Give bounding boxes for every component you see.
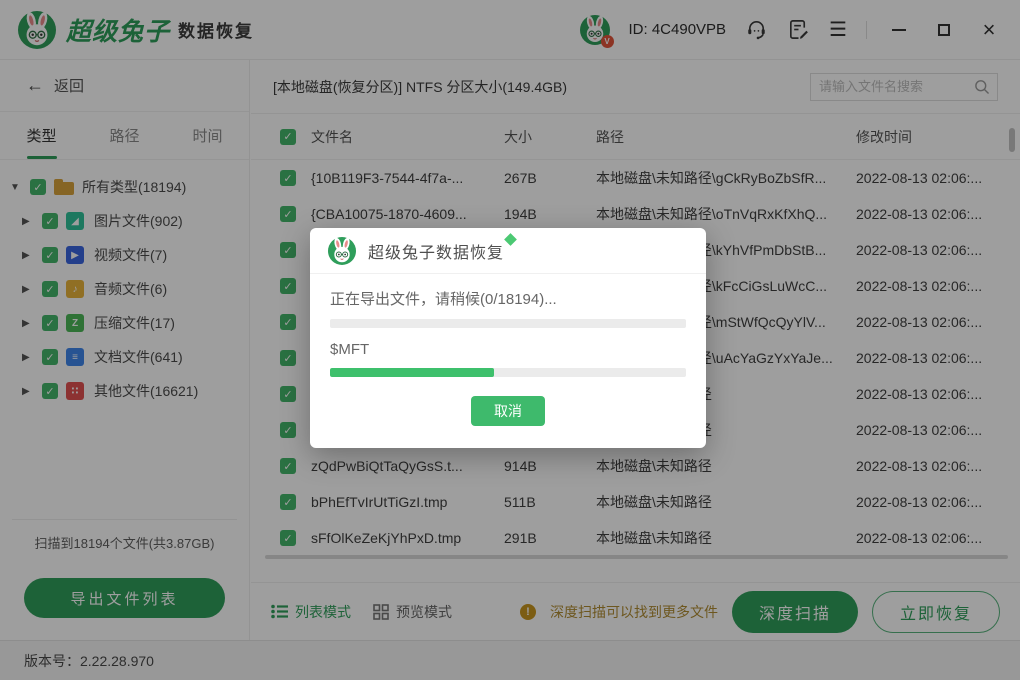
dialog-title: 超级兔子数据恢复	[368, 239, 504, 263]
app-window: 超级兔子 数据恢复 V ID: 4C490VPB	[0, 0, 1020, 680]
dialog-rabbit-logo-icon	[328, 237, 356, 265]
sparkle-icon	[504, 233, 517, 246]
current-file-label: $MFT	[330, 341, 686, 358]
file-progress-bar	[330, 368, 686, 377]
overall-progress-bar	[330, 319, 686, 328]
dialog-body: 正在导出文件，请稍候(0/18194)... $MFT 取消	[310, 274, 706, 426]
dialog-header: 超级兔子数据恢复	[310, 228, 706, 274]
cancel-button[interactable]: 取消	[471, 396, 545, 426]
export-progress-dialog: 超级兔子数据恢复 正在导出文件，请稍候(0/18194)... $MFT 取消	[310, 228, 706, 448]
export-status-text: 正在导出文件，请稍候(0/18194)...	[330, 288, 686, 309]
file-progress-fill	[330, 368, 494, 377]
